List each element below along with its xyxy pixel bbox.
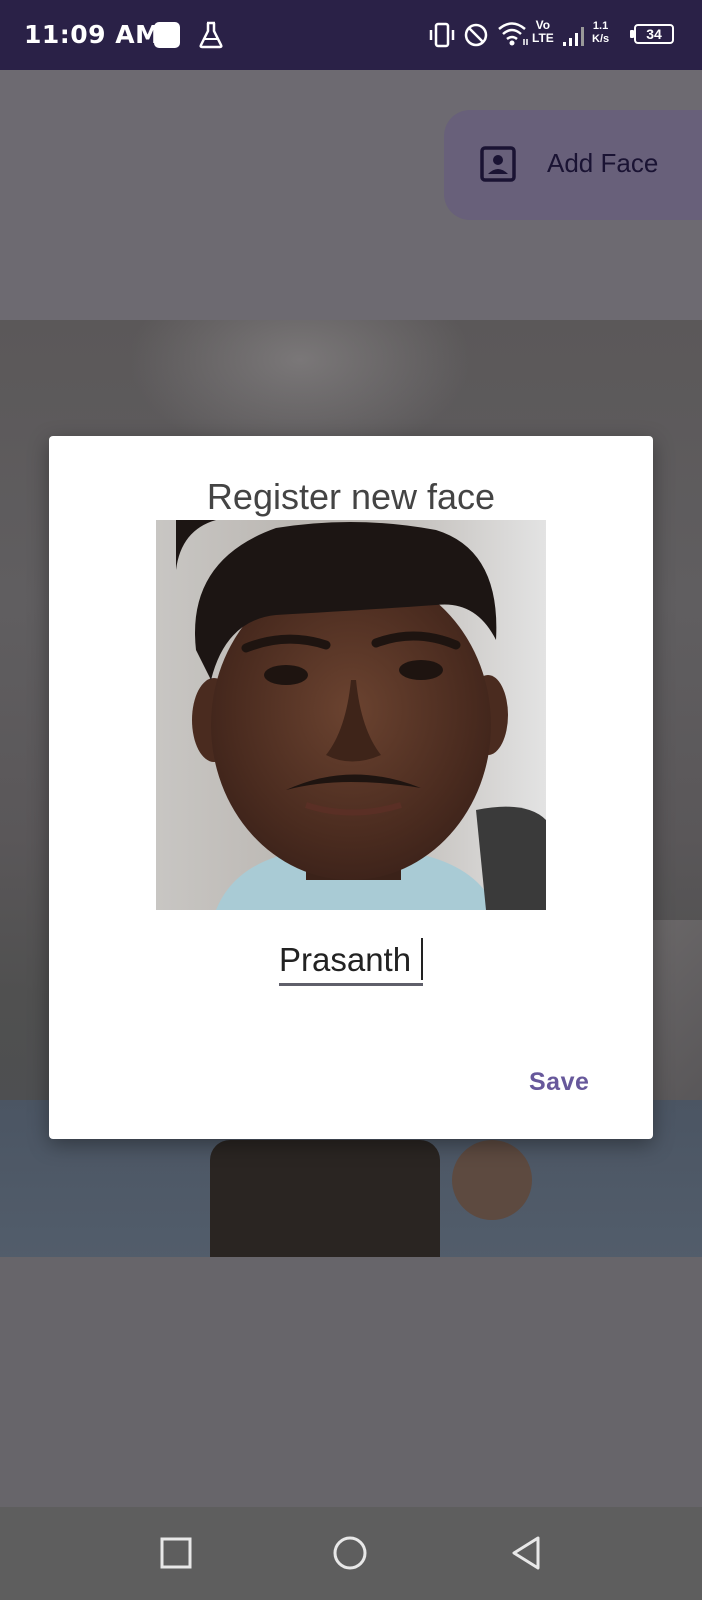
camera-background-wall [650,920,702,1120]
back-triangle-icon[interactable] [510,1535,542,1571]
battery-icon: 34 [634,24,674,44]
contact-portrait-icon [480,146,516,182]
network-speed-unit: K/s [592,33,610,45]
do-not-disturb-icon [464,23,488,47]
home-circle-icon[interactable] [332,1535,368,1571]
volte-lte-text: LTE [532,31,554,45]
status-bar: 11:09 AM Vo LTE 1.1 K/s 34 [0,0,702,70]
recents-square-icon[interactable] [160,1537,192,1569]
camera-background-face [452,1140,532,1220]
network-speed: 1.1 K/s [592,20,609,46]
vibrate-icon [429,22,455,48]
navigation-bar [0,1507,702,1600]
status-time: 11:09 AM [24,20,161,49]
add-face-button[interactable]: Add Face [444,110,702,220]
text-caret [421,938,423,980]
camera-person-region [210,1140,440,1257]
name-field[interactable] [279,936,423,986]
wifi-icon [498,22,528,46]
app-bottom-area [0,1257,702,1507]
save-button[interactable]: Save [529,1068,589,1097]
volte-icon: Vo LTE [532,19,554,45]
register-face-dialog: Register new face Prasanth Save [49,436,653,1139]
captured-face-image [156,520,546,910]
signal-icon [563,27,584,46]
dialog-title: Register new face [206,476,496,517]
add-face-label: Add Face [547,148,659,178]
lab-flask-icon [199,21,223,49]
network-speed-value: 1.1 [592,20,609,32]
notification-icon [154,22,180,48]
